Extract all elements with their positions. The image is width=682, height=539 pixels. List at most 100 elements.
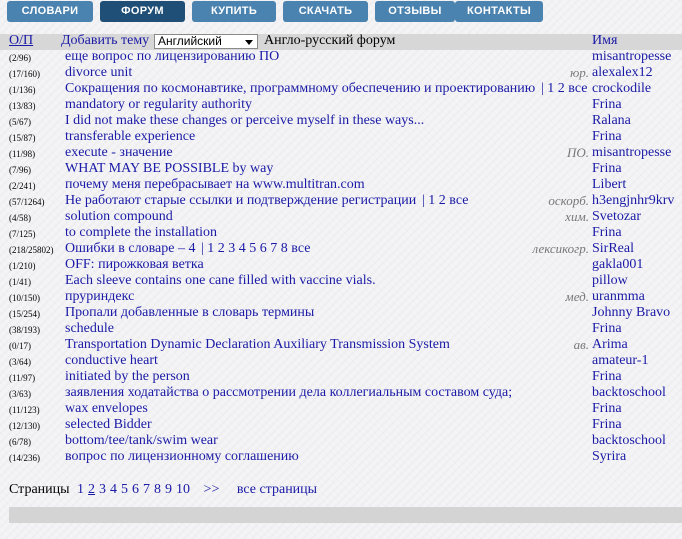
author-link[interactable]: Frina (592, 417, 622, 433)
author-link[interactable]: Svetozar (592, 209, 641, 225)
topic-link[interactable]: divorce unit (65, 65, 132, 81)
language-select[interactable]: Английский (154, 34, 258, 49)
page-link[interactable]: 5 (121, 482, 128, 497)
subject-tag: оскорб. (548, 193, 589, 208)
topic-link[interactable]: пруриндекс (65, 289, 134, 305)
topic-link[interactable]: Each sleeve contains one cane filled wit… (65, 273, 376, 289)
topic-link[interactable]: I did not make these changes or perceive… (65, 113, 424, 129)
reply-count: (11/98) (9, 149, 36, 159)
page-link[interactable]: 4 (110, 482, 117, 497)
topic-row: (7/125) to complete the installation Frina (0, 225, 682, 242)
author-link[interactable]: Ralana (592, 113, 631, 129)
author-link[interactable]: Arima (592, 337, 628, 353)
nav-reviews-button[interactable]: ОТЗЫВЫ (375, 1, 455, 22)
forum-header: О/П Добавить тему Английский Англо-русск… (0, 33, 682, 50)
author-link[interactable]: crockodile (592, 81, 651, 97)
topic-pages-links[interactable]: | 1 2 3 4 5 6 7 8 все (201, 241, 310, 257)
reply-count: (14/236) (9, 453, 40, 463)
topic-link[interactable]: OFF: пирожковая ветка (65, 257, 204, 273)
author-link[interactable]: Frina (592, 401, 622, 417)
author-link[interactable]: uranmma (592, 289, 645, 305)
reply-count: (38/193) (9, 325, 40, 335)
page-link[interactable]: 6 (132, 482, 139, 497)
author-link[interactable]: backtoschool (592, 433, 666, 449)
topic-row: (11/97) initiated by the person Frina (0, 369, 682, 386)
page-link[interactable]: 9 (165, 482, 172, 497)
topic-link[interactable]: Сокращения по космонавтике, программному… (65, 81, 535, 97)
author-link[interactable]: alexalex12 (592, 65, 653, 81)
topic-row: (1/41) Each sleeve contains one cane fill… (0, 273, 682, 290)
reply-count: (5/67) (9, 117, 31, 127)
topic-row: (17/160) divorce unit юр. alexalex12 (0, 65, 682, 82)
author-link[interactable]: SirReal (592, 241, 634, 257)
page-link[interactable]: 1 (77, 482, 84, 497)
topic-link[interactable]: WHAT MAY BE POSSIBLE by way (65, 161, 273, 177)
topic-link[interactable]: вопрос по лицензионному соглашению (65, 449, 299, 465)
author-link[interactable]: Frina (592, 369, 622, 385)
topic-row: (10/150) пруриндекс мед. uranmma (0, 289, 682, 306)
topic-link[interactable]: заявления ходатайства о рассмотрении дел… (65, 385, 512, 401)
page-link[interactable]: 2 (88, 482, 95, 497)
topic-link[interactable]: solution compound (65, 209, 173, 225)
page-link[interactable]: 7 (143, 482, 150, 497)
topic-link[interactable]: selected Bidder (65, 417, 152, 433)
author-link[interactable]: Syrira (592, 449, 626, 465)
next-pages-link[interactable]: >> (204, 482, 220, 497)
pagination-label: Страницы (9, 482, 70, 497)
topic-link[interactable]: mandatory or regularity authority (65, 97, 252, 113)
topic-row: (12/130) selected Bidder Frina (0, 417, 682, 434)
reply-count: (7/125) (9, 229, 36, 239)
author-link[interactable]: misantropesse (592, 49, 671, 65)
add-topic-link[interactable]: Добавить тему (61, 33, 149, 49)
reply-count: (15/254) (9, 309, 40, 319)
page-link[interactable]: 3 (99, 482, 106, 497)
topic-link[interactable]: Пропали добавленные в словарь термины (65, 305, 314, 321)
author-link[interactable]: gakla001 (592, 257, 643, 273)
topic-row: (38/193) schedule Frina (0, 321, 682, 338)
topic-row: (57/1264) Не работают старые ссылки и под… (0, 193, 682, 210)
author-link[interactable]: Frina (592, 321, 622, 337)
author-link[interactable]: h3engjnhr9krv (592, 193, 674, 209)
all-pages-link[interactable]: все страницы (237, 482, 317, 497)
topic-link[interactable]: execute - значение (65, 145, 173, 161)
nav-buy-button[interactable]: КУПИТЬ (192, 1, 276, 22)
topic-row: (2/96) еще вопрос по лицензированию ПО mis… (0, 49, 682, 66)
topic-link[interactable]: schedule (65, 321, 114, 337)
topic-link[interactable]: еще вопрос по лицензированию ПО (65, 49, 279, 65)
author-link[interactable]: Frina (592, 161, 622, 177)
topic-pages-links[interactable]: | 1 2 все (422, 193, 468, 209)
reply-count: (11/123) (9, 405, 40, 415)
topic-link[interactable]: initiated by the person (65, 369, 190, 385)
op-sort-link[interactable]: О/П (9, 33, 33, 49)
nav-download-button[interactable]: СКАЧАТЬ (283, 1, 368, 22)
author-link[interactable]: amateur-1 (592, 353, 648, 369)
topic-link[interactable]: Ошибки в словаре – 4 (65, 241, 195, 257)
author-link[interactable]: backtoschool (592, 385, 666, 401)
topic-link[interactable]: Не работают старые ссылки и подтверждени… (65, 193, 416, 209)
nav-contacts-button[interactable]: КОНТАКТЫ (455, 1, 543, 22)
topic-link[interactable]: wax envelopes (65, 401, 148, 417)
topic-row: (14/236) вопрос по лицензионному соглашен… (0, 449, 682, 466)
author-link[interactable]: Frina (592, 129, 622, 145)
author-link[interactable]: misantropesse (592, 145, 671, 161)
topic-link[interactable]: почему меня перебрасывает на www.multitr… (65, 177, 365, 193)
topic-link[interactable]: transferable experience (65, 129, 195, 145)
topic-link[interactable]: Transportation Dynamic Declaration Auxil… (65, 337, 450, 353)
page-link[interactable]: 10 (176, 482, 190, 497)
topic-pages-links[interactable]: | 1 2 все (541, 81, 587, 97)
author-link[interactable]: Libert (592, 177, 626, 193)
topic-link[interactable]: bottom/tee/tank/swim wear (65, 433, 218, 449)
author-link[interactable]: Johnny Bravo (592, 305, 670, 321)
reply-count: (1/210) (9, 261, 36, 271)
topic-link[interactable]: conductive heart (65, 353, 158, 369)
nav-dictionaries-button[interactable]: СЛОВАРИ (7, 1, 93, 22)
author-link[interactable]: Frina (592, 225, 622, 241)
nav-forum-button[interactable]: ФОРУМ (100, 1, 185, 22)
subject-tag: хим. (565, 209, 589, 224)
topic-link[interactable]: to complete the installation (65, 225, 217, 241)
author-link[interactable]: pillow (592, 273, 628, 289)
author-link[interactable]: Frina (592, 97, 622, 113)
page-link[interactable]: 8 (154, 482, 161, 497)
reply-count: (3/63) (9, 389, 31, 399)
name-column-header[interactable]: Имя (592, 33, 617, 49)
